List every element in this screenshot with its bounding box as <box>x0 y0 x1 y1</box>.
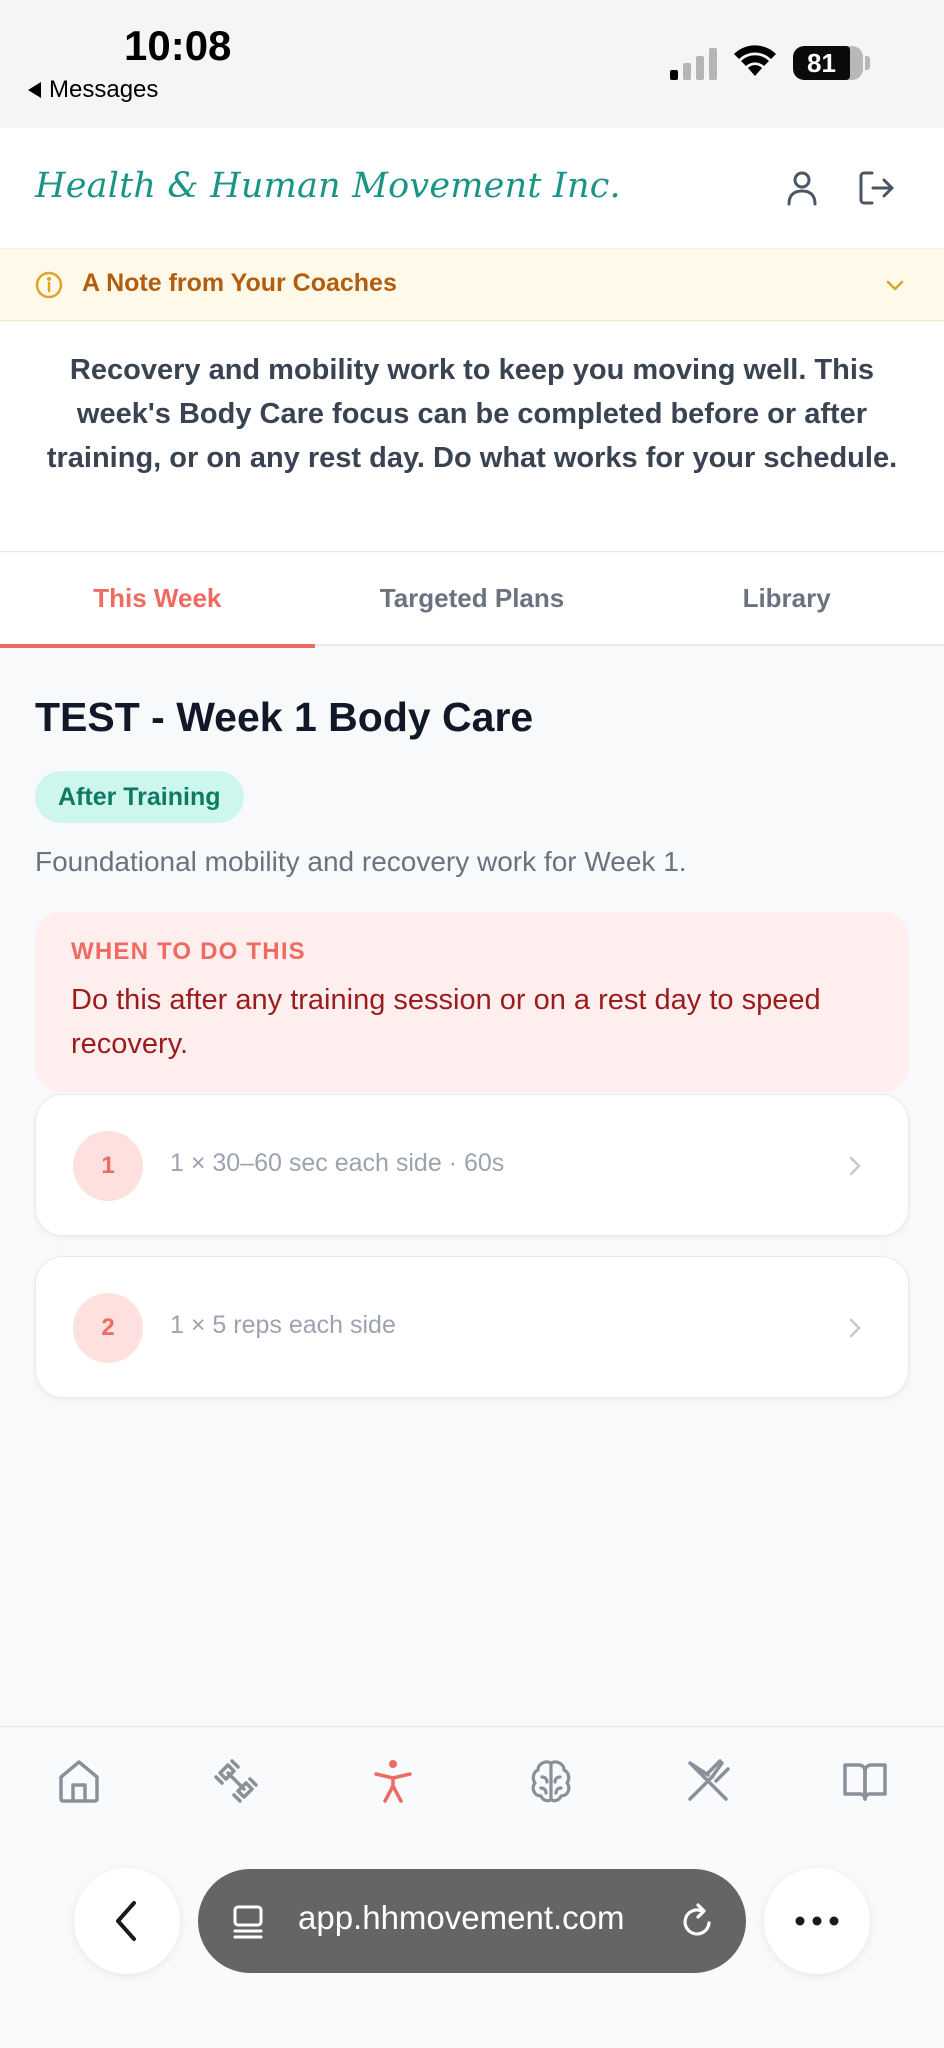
reload-icon[interactable] <box>678 1901 716 1941</box>
browser-toolbar: app.hhmovement.com <box>0 1834 944 2048</box>
coach-note-accordion[interactable]: A Note from Your Coaches <box>0 249 944 321</box>
timing-tag: After Training <box>35 771 244 823</box>
brain-icon <box>531 1760 570 1803</box>
url-text: app.hhmovement.com <box>298 1899 625 1936</box>
logout-icon[interactable] <box>856 168 896 208</box>
user-icon[interactable] <box>782 168 822 208</box>
brand-title[interactable]: Health & Human Movement Inc. <box>35 166 621 206</box>
exercise-card-2[interactable]: 2 1 × 5 reps each side <box>35 1256 909 1398</box>
browser-more-button[interactable] <box>764 1868 870 1974</box>
tab-targeted-plans[interactable]: Targeted Plans <box>315 553 630 646</box>
browser-back-button[interactable] <box>74 1868 180 1974</box>
status-time: 10:08 <box>124 22 232 69</box>
dumbbell-icon <box>214 1759 258 1803</box>
battery-percent: 81 <box>807 48 836 78</box>
intro-section: Recovery and mobility work to keep you m… <box>0 322 944 552</box>
exercise-detail: 1 × 5 reps each side <box>170 1311 396 1339</box>
battery-cap <box>865 56 870 70</box>
tab-overview-icon <box>233 1905 263 1939</box>
nav-nutrition[interactable] <box>629 1727 786 1835</box>
back-app-label: Messages <box>49 76 159 103</box>
info-icon <box>35 271 63 299</box>
body-care-icon <box>374 1760 413 1803</box>
wifi-icon <box>734 45 776 76</box>
nav-home[interactable] <box>0 1727 157 1835</box>
battery-indicator: 81 <box>793 46 863 80</box>
back-to-app-link[interactable]: Messages <box>28 76 158 104</box>
page-title: TEST - Week 1 Body Care <box>35 694 534 740</box>
intro-text: Recovery and mobility work to keep you m… <box>46 354 898 474</box>
tab-library[interactable]: Library <box>629 553 944 646</box>
home-icon <box>58 1760 99 1803</box>
more-icon <box>795 1916 839 1926</box>
nav-library[interactable] <box>787 1727 944 1835</box>
app-header: Health & Human Movement Inc. <box>0 128 944 249</box>
when-to-do-card: WHEN TO DO THIS Do this after any traini… <box>35 912 909 1092</box>
nav-mindset[interactable] <box>472 1727 629 1835</box>
exercise-card-1[interactable]: 1 1 × 30–60 sec each side · 60s <box>35 1094 909 1236</box>
chevron-down-icon <box>886 280 904 291</box>
page-subtitle: Foundational mobility and recovery work … <box>35 846 687 877</box>
address-bar[interactable]: app.hhmovement.com <box>198 1869 746 1973</box>
nutrition-icon <box>688 1759 730 1801</box>
status-bar: 10:08 Messages 81 <box>0 0 944 128</box>
tab-bar: This Week Targeted Plans Library <box>0 553 944 648</box>
exercise-number-badge: 2 <box>73 1293 143 1363</box>
library-icon <box>843 1763 888 1801</box>
cellular-signal-icon <box>670 48 717 80</box>
chevron-right-icon <box>849 1318 861 1338</box>
nav-body-care[interactable] <box>315 1727 472 1835</box>
bottom-nav <box>0 1726 944 1834</box>
coach-note-title: A Note from Your Coaches <box>82 269 397 297</box>
when-label: WHEN TO DO THIS <box>71 938 306 965</box>
nav-training[interactable] <box>157 1727 314 1835</box>
back-triangle-icon <box>28 82 41 98</box>
chevron-right-icon <box>849 1156 861 1176</box>
tab-this-week[interactable]: This Week <box>0 553 315 648</box>
exercise-number-badge: 1 <box>73 1131 143 1201</box>
exercise-detail: 1 × 30–60 sec each side · 60s <box>170 1149 505 1177</box>
when-text: Do this after any training session or on… <box>71 984 821 1060</box>
chevron-left-icon <box>116 1901 136 1941</box>
